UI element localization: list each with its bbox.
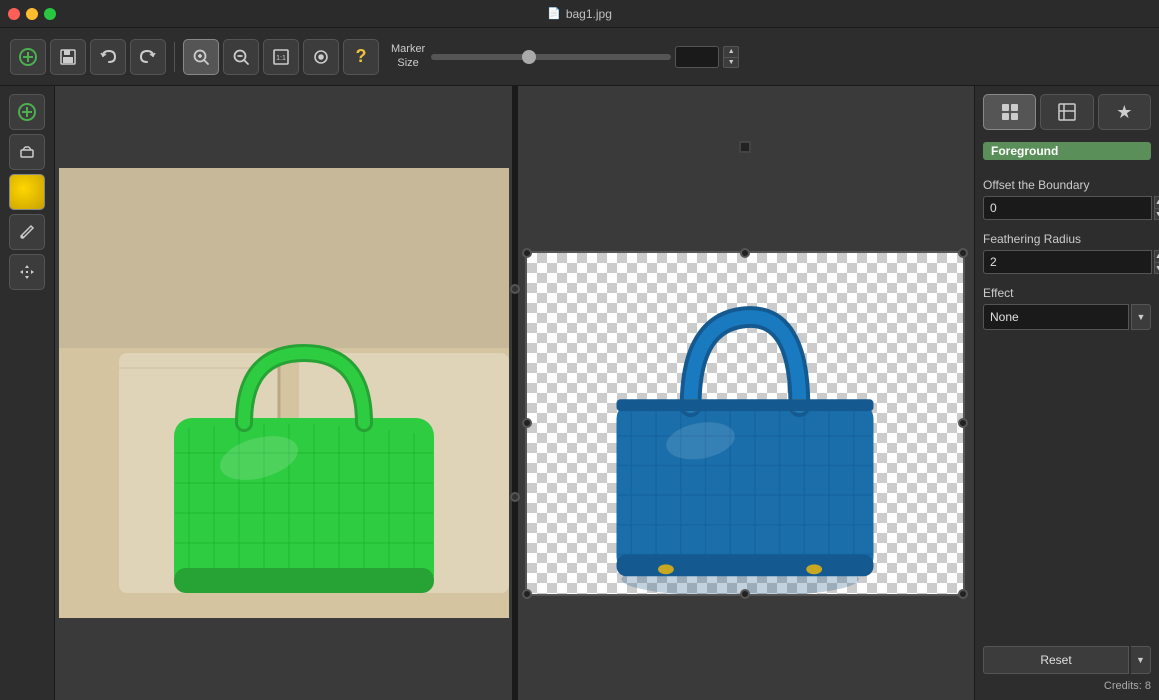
mid-handle-left[interactable] (522, 418, 532, 428)
offset-boundary-up[interactable]: ▲ (1154, 196, 1159, 208)
original-bag-svg (59, 168, 509, 618)
corner-handle-br[interactable] (958, 589, 968, 599)
brush-tool-button[interactable] (9, 214, 45, 250)
reset-button[interactable]: Reset (983, 646, 1129, 674)
marker-size-down[interactable]: ▼ (723, 57, 739, 68)
effect-select[interactable]: None Blur Shadow Glow (983, 304, 1129, 330)
panel-spacer (983, 334, 1151, 646)
offset-boundary-stepper: ▲ ▼ (1154, 196, 1159, 220)
handle-dot-2 (510, 492, 520, 502)
redo-button[interactable] (130, 39, 166, 75)
marker-size-group: Marker Size 40 ▲ ▼ (391, 43, 739, 69)
split-handle[interactable] (512, 86, 518, 700)
marker-size-value[interactable]: 40 (675, 46, 719, 68)
feathering-radius-row: ▲ ▼ (983, 250, 1151, 274)
top-handle-dot[interactable] (739, 141, 751, 153)
close-button[interactable] (8, 8, 20, 20)
foreground-label: Foreground (983, 142, 1151, 160)
effect-select-arrow[interactable]: ▼ (1131, 304, 1151, 330)
original-image-canvas (59, 168, 509, 618)
tab-layers[interactable] (983, 94, 1036, 130)
feathering-radius-down[interactable]: ▼ (1154, 262, 1159, 274)
mid-handle-bottom[interactable] (740, 589, 750, 599)
toolbar: 1:1 ? Marker Size 40 ▲ ▼ (0, 28, 1159, 86)
effect-label: Effect (983, 286, 1151, 300)
help-button[interactable]: ? (343, 39, 379, 75)
tab-output[interactable] (1040, 94, 1093, 130)
file-icon: 📄 (547, 7, 561, 20)
feathering-radius-label: Feathering Radius (983, 232, 1151, 246)
svg-text:1:1: 1:1 (276, 55, 286, 62)
marker-size-up[interactable]: ▲ (723, 46, 739, 57)
offset-boundary-row: ▲ ▼ (983, 196, 1151, 220)
credits-label: Credits: 8 (983, 680, 1151, 692)
minimize-button[interactable] (26, 8, 38, 20)
tab-favorites[interactable]: ★ (1098, 94, 1151, 130)
panel-tabs: ★ (983, 94, 1151, 130)
new-button[interactable] (10, 39, 46, 75)
feathering-radius-up[interactable]: ▲ (1154, 250, 1159, 262)
top-handle-container (739, 141, 751, 153)
maximize-button[interactable] (44, 8, 56, 20)
corner-handle-tl[interactable] (522, 248, 532, 258)
effect-row: None Blur Shadow Glow ▼ (983, 304, 1151, 330)
offset-boundary-down[interactable]: ▼ (1154, 208, 1159, 220)
right-panel: ★ Foreground Offset the Boundary ▲ ▼ Fea… (974, 86, 1159, 700)
erase-tool-button[interactable] (9, 134, 45, 170)
marker-size-slider[interactable] (431, 54, 671, 60)
color-tool-button[interactable] (9, 174, 45, 210)
titlebar: 📄 bag1.jpg (0, 0, 1159, 28)
handle-dot-1 (510, 284, 520, 294)
separator-1 (174, 42, 175, 72)
move-tool-button[interactable] (9, 254, 45, 290)
window-title: 📄 bag1.jpg (547, 7, 612, 21)
reset-row: Reset ▼ (983, 646, 1151, 674)
original-image-pane[interactable] (55, 86, 514, 700)
feathering-radius-stepper: ▲ ▼ (1154, 250, 1159, 274)
result-image-canvas (525, 251, 965, 596)
marker-size-label: Marker Size (391, 43, 425, 69)
add-tool-button[interactable] (9, 94, 45, 130)
traffic-lights (8, 8, 56, 20)
mid-handle-top[interactable] (740, 248, 750, 258)
offset-boundary-label: Offset the Boundary (983, 178, 1151, 192)
save-button[interactable] (50, 39, 86, 75)
canvas-area (55, 86, 974, 700)
mid-handle-right[interactable] (958, 418, 968, 428)
marker-slider-container: 40 ▲ ▼ (431, 46, 739, 68)
offset-boundary-input[interactable] (983, 196, 1152, 220)
corner-handle-tr[interactable] (958, 248, 968, 258)
zoom-actual-button[interactable] (303, 39, 339, 75)
zoom-in-button[interactable] (183, 39, 219, 75)
title-text: bag1.jpg (566, 7, 612, 21)
corner-handle-bl[interactable] (522, 589, 532, 599)
result-image-pane[interactable] (514, 86, 975, 700)
zoom-out-button[interactable] (223, 39, 259, 75)
undo-button[interactable] (90, 39, 126, 75)
zoom-fit-button[interactable]: 1:1 (263, 39, 299, 75)
feathering-radius-input[interactable] (983, 250, 1152, 274)
left-sidebar (0, 86, 55, 700)
reset-arrow[interactable]: ▼ (1131, 646, 1151, 674)
result-bag-svg (527, 253, 963, 594)
main-layout: ★ Foreground Offset the Boundary ▲ ▼ Fea… (0, 86, 1159, 700)
marker-size-stepper: ▲ ▼ (723, 46, 739, 68)
